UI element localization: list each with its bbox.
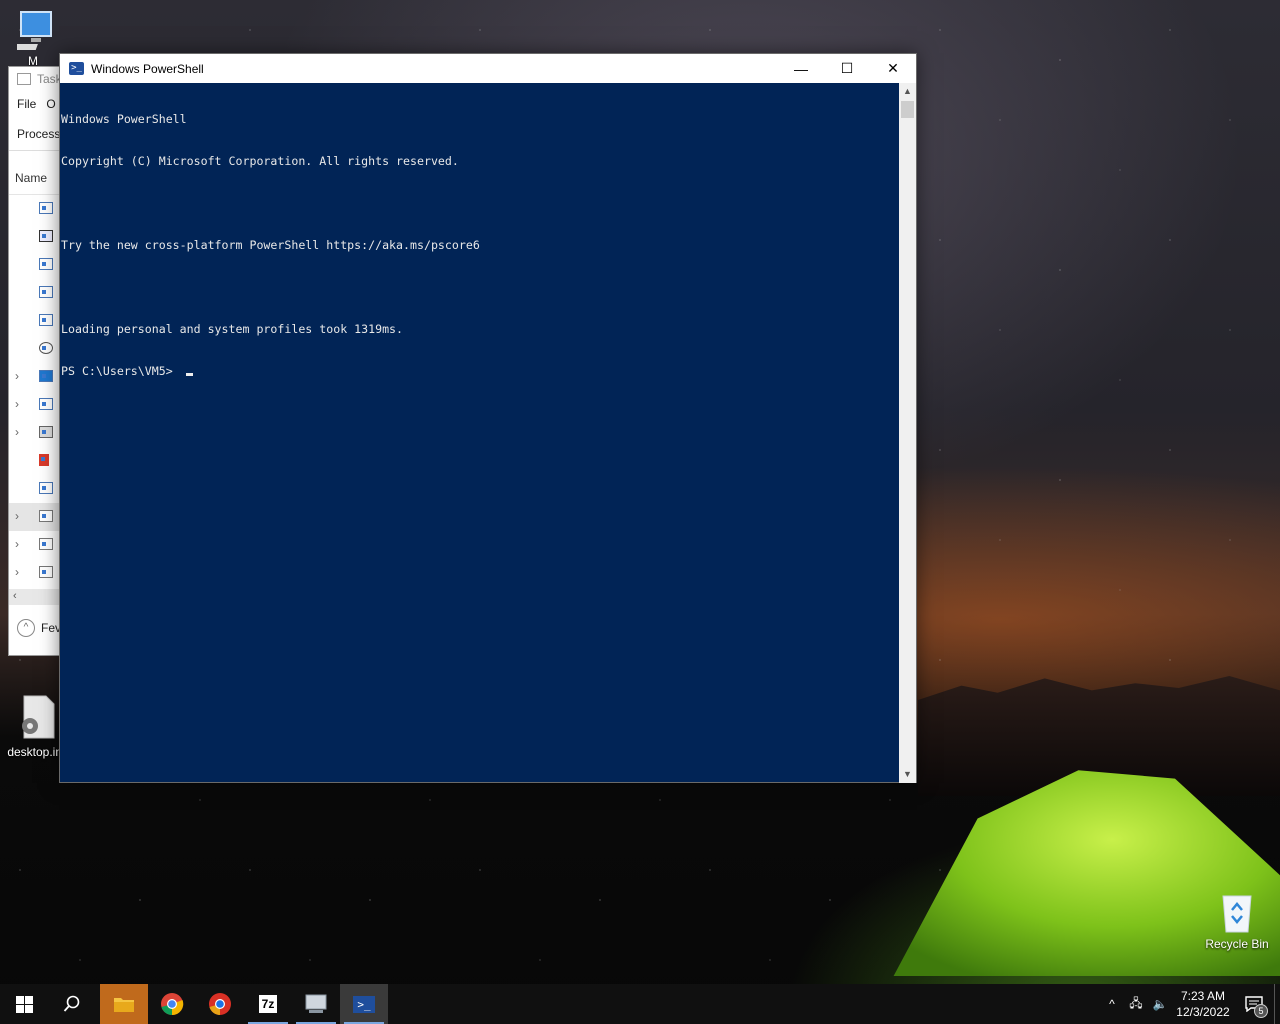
folder-icon [114,998,134,1012]
search-icon [63,995,80,1012]
console-line: Copyright (C) Microsoft Corporation. All… [61,154,459,168]
powershell-titlebar[interactable]: >_ Windows PowerShell — ☐ ✕ [60,54,916,83]
process-icon [39,286,53,298]
taskbar: 7z >_ ^ 🖧 🔈 7:23 AM 12/3/2022 5 [0,984,1280,1024]
console-line: Loading personal and system profiles too… [61,322,404,336]
close-button[interactable]: ✕ [870,54,916,83]
clock-time: 7:23 AM [1180,989,1226,1003]
computer-icon [7,11,52,50]
process-icon [39,202,53,214]
window-controls: — ☐ ✕ [778,54,916,83]
chevron-right-icon[interactable]: › [15,425,19,439]
magnifier-icon [39,342,53,354]
scroll-down-icon[interactable]: ▼ [899,766,916,783]
menu-options[interactable]: O [46,97,55,111]
speaker-icon [39,454,49,466]
desktop-icon-recycle-bin[interactable]: Recycle Bin [1202,890,1272,951]
scrollbar-thumb[interactable] [901,101,914,118]
process-icon [39,482,53,494]
chevron-right-icon[interactable]: › [15,509,19,523]
desktop-icon-label: Recycle Bin [1205,937,1269,951]
clock-date: 12/3/2022 [1176,1005,1230,1019]
chrome-icon [161,993,184,1016]
powershell-icon: >_ [353,995,375,1013]
clock[interactable]: 7:23 AM 12/3/2022 [1172,988,1234,1020]
notification-badge: 5 [1254,1004,1268,1018]
console-line: Windows PowerShell [61,112,187,126]
text-cursor [185,373,193,376]
maximize-button[interactable]: ☐ [824,54,870,83]
show-desktop-button[interactable] [1274,984,1280,1024]
window-icon [39,566,53,578]
fewer-details-button[interactable]: ^ Fev [17,619,61,637]
process-icon [39,370,53,382]
taskbar-7zip[interactable]: 7z [244,984,292,1024]
process-icon [39,314,53,326]
menu-file[interactable]: File [17,97,36,111]
process-icon [39,398,53,410]
computer-app-icon [305,994,327,1013]
taskbar-app[interactable] [292,984,340,1024]
network-icon[interactable]: 🖧 [1124,994,1148,1015]
chevron-right-icon[interactable]: › [15,369,19,383]
console-output[interactable]: Windows PowerShell Copyright (C) Microso… [60,83,900,783]
process-icon [39,258,53,270]
powershell-icon: >_ [69,62,84,75]
windows-logo-icon [15,995,33,1013]
desktop-icon-this-pc[interactable]: M [7,8,62,68]
task-manager-title: Task [37,72,62,86]
tab-processes[interactable]: Process [17,127,60,141]
fewer-details-label: Fev [41,621,62,635]
settings-file-icon [22,695,55,739]
taskbar-powershell[interactable]: >_ [340,984,388,1024]
taskbar-chromium[interactable] [196,984,244,1024]
chevron-right-icon[interactable]: › [15,565,19,579]
window-icon [39,510,53,522]
7zip-icon: 7z [258,995,278,1013]
scroll-up-icon[interactable]: ▲ [899,83,916,100]
task-manager-icon [17,73,31,85]
chevron-right-icon[interactable]: › [15,397,19,411]
recycle-bin-icon [1222,895,1252,933]
chevron-right-icon[interactable]: › [15,537,19,551]
prompt-line[interactable]: PS C:\Users\VM5> [61,364,900,378]
search-button[interactable] [48,984,96,1024]
minimize-button[interactable]: — [778,54,824,83]
scroll-left-icon[interactable]: ‹ [13,590,17,602]
printer-icon [39,426,53,438]
taskbar-chrome[interactable] [148,984,196,1024]
window-title: Windows PowerShell [91,61,204,76]
chromium-icon [209,993,231,1015]
window-icon [39,538,53,550]
volume-icon[interactable]: 🔈 [1148,997,1172,1011]
vertical-scrollbar[interactable]: ▲ ▼ [899,83,916,783]
powershell-window[interactable]: >_ Windows PowerShell — ☐ ✕ Windows Powe… [59,53,917,783]
console-line: Try the new cross-platform PowerShell ht… [61,238,480,252]
chevron-up-icon[interactable]: ^ [1100,997,1124,1011]
notepad-icon [39,230,53,242]
system-tray: ^ 🖧 🔈 7:23 AM 12/3/2022 5 [1100,984,1280,1024]
chevron-up-icon: ^ [17,619,35,637]
prompt-text: PS C:\Users\VM5> [61,364,180,378]
start-button[interactable] [0,984,48,1024]
taskbar-file-explorer[interactable] [100,984,148,1024]
action-center-button[interactable]: 5 [1234,984,1274,1024]
